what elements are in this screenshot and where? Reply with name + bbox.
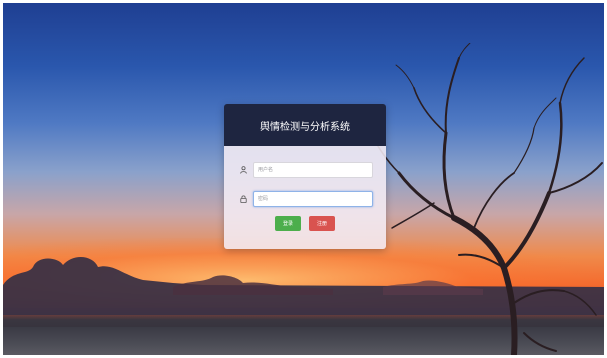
login-panel-header: 舆情检测与分析系统 xyxy=(224,104,386,146)
form-actions: 登录 注册 xyxy=(224,216,386,231)
dead-tree-silhouette xyxy=(375,43,603,355)
login-button[interactable]: 登录 xyxy=(275,216,301,231)
lock-icon xyxy=(237,191,249,207)
register-button[interactable]: 注册 xyxy=(309,216,335,231)
login-page: 舆情检测与分析系统 登录 注册 xyxy=(3,3,604,355)
login-form: 登录 注册 xyxy=(224,146,386,249)
password-input[interactable] xyxy=(253,191,373,207)
app-title: 舆情检测与分析系统 xyxy=(260,121,350,133)
login-panel: 舆情检测与分析系统 登录 注册 xyxy=(224,104,386,249)
password-row xyxy=(237,191,373,207)
username-input[interactable] xyxy=(253,162,373,178)
username-row xyxy=(237,162,373,178)
user-icon xyxy=(237,162,249,178)
